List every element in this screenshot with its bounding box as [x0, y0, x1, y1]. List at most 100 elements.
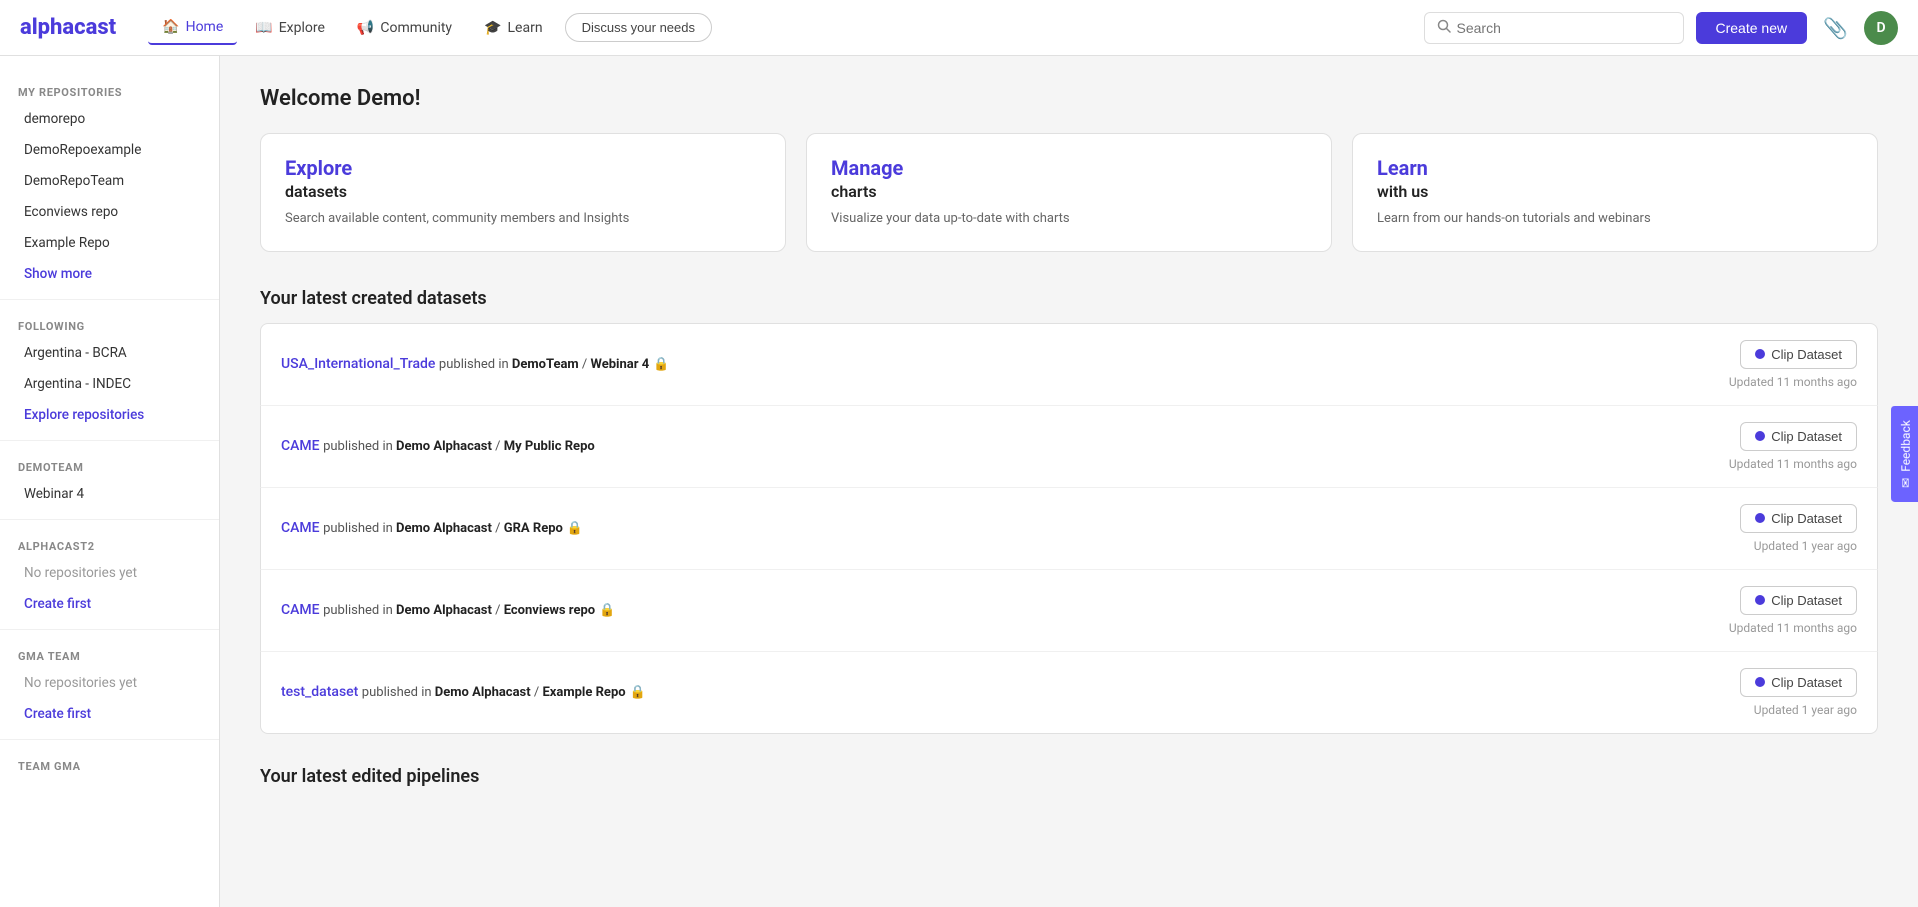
clip-dot-icon [1755, 431, 1765, 441]
dataset-name[interactable]: CAME [281, 520, 320, 536]
dataset-updated: Updated 11 months ago [1729, 457, 1857, 471]
my-repositories-label: MY REPOSITORIES [0, 76, 219, 103]
dataset-list: USA_International_Trade published in Dem… [260, 323, 1878, 734]
alphacast2-no-repos: No repositories yet [6, 558, 213, 588]
dataset-right: Clip Dataset Updated 11 months ago [1729, 422, 1857, 471]
alphacast2-label: ALPHACAST2 [0, 530, 219, 557]
sidebar-item-example-repo[interactable]: Example Repo [6, 228, 213, 258]
following-label: FOLLOWING [0, 310, 219, 337]
latest-pipelines-title: Your latest edited pipelines [260, 766, 1878, 787]
discuss-button[interactable]: Discuss your needs [565, 13, 712, 42]
dataset-publisher: published in Demo Alphacast / Example Re… [362, 685, 646, 700]
sidebar-divider-4 [0, 629, 219, 630]
welcome-title: Welcome Demo! [260, 86, 1878, 111]
clip-dot-icon [1755, 677, 1765, 687]
search-box [1424, 12, 1684, 44]
dataset-row: CAME published in Demo Alphacast / My Pu… [260, 405, 1878, 487]
lock-icon: 🔒 [630, 685, 646, 700]
feature-card-manage[interactable]: Manage charts Visualize your data up-to-… [806, 133, 1332, 252]
dataset-right: Clip Dataset Updated 11 months ago [1729, 586, 1857, 635]
nav-community[interactable]: 📢 Community [343, 12, 466, 44]
dataset-updated: Updated 11 months ago [1729, 621, 1857, 635]
dataset-updated: Updated 1 year ago [1754, 703, 1857, 717]
gma-team-label: GMA TEAM [0, 640, 219, 667]
dataset-info: CAME published in Demo Alphacast / My Pu… [281, 438, 1729, 454]
latest-datasets-title: Your latest created datasets [260, 288, 1878, 309]
app-logo[interactable]: alphacast [20, 15, 116, 40]
sidebar-item-demorepo-team[interactable]: DemoRepoTeam [6, 166, 213, 196]
dataset-publisher: published in DemoTeam / Webinar 4🔒 [439, 357, 669, 372]
lock-icon: 🔒 [653, 357, 669, 372]
avatar[interactable]: D [1864, 11, 1898, 45]
dataset-updated: Updated 11 months ago [1729, 375, 1857, 389]
show-more-link[interactable]: Show more [6, 259, 213, 289]
dataset-name[interactable]: USA_International_Trade [281, 356, 435, 372]
feature-card-learn[interactable]: Learn with us Learn from our hands-on tu… [1352, 133, 1878, 252]
clip-dataset-button[interactable]: Clip Dataset [1740, 668, 1857, 697]
nav-links: 🏠 Home 📖 Explore 📢 Community 🎓 Learn Dis… [148, 11, 712, 45]
dataset-updated: Updated 1 year ago [1754, 539, 1857, 553]
dataset-row: CAME published in Demo Alphacast / Econv… [260, 569, 1878, 651]
dataset-info: USA_International_Trade published in Dem… [281, 356, 1729, 372]
search-icon [1437, 19, 1451, 37]
gma-team-no-repos: No repositories yet [6, 668, 213, 698]
community-icon: 📢 [357, 20, 374, 36]
feature-cards: Explore datasets Search available conten… [260, 133, 1878, 252]
dataset-name[interactable]: test_dataset [281, 684, 358, 700]
sidebar: MY REPOSITORIES demorepo DemoRepoexample… [0, 56, 220, 907]
dataset-info: test_dataset published in Demo Alphacast… [281, 684, 1740, 700]
sidebar-item-bcra[interactable]: Argentina - BCRA [6, 338, 213, 368]
clip-dataset-button[interactable]: Clip Dataset [1740, 586, 1857, 615]
dataset-info: CAME published in Demo Alphacast / GRA R… [281, 520, 1740, 536]
navbar-right: Create new 📎 D [1424, 11, 1899, 45]
sidebar-item-demorepoexample[interactable]: DemoRepoexample [6, 135, 213, 165]
lock-icon: 🔒 [567, 521, 583, 536]
lock-icon: 🔒 [599, 603, 615, 618]
manage-card-title: Manage [831, 156, 1307, 180]
create-new-button[interactable]: Create new [1696, 12, 1808, 44]
sidebar-item-econviews[interactable]: Econviews repo [6, 197, 213, 227]
learn-icon: 🎓 [484, 20, 501, 36]
explore-repositories-link[interactable]: Explore repositories [6, 400, 213, 430]
nav-explore[interactable]: 📖 Explore [241, 12, 339, 44]
gma-team-create-first[interactable]: Create first [6, 699, 213, 729]
main-content: Welcome Demo! Explore datasets Search av… [220, 56, 1918, 907]
sidebar-divider-5 [0, 739, 219, 740]
dataset-right: Clip Dataset Updated 11 months ago [1729, 340, 1857, 389]
learn-card-desc: Learn from our hands-on tutorials and we… [1377, 209, 1853, 229]
nav-home[interactable]: 🏠 Home [148, 11, 237, 45]
navbar: alphacast 🏠 Home 📖 Explore 📢 Community 🎓… [0, 0, 1918, 56]
explore-card-subtitle: datasets [285, 182, 761, 201]
dataset-info: CAME published in Demo Alphacast / Econv… [281, 602, 1729, 618]
explore-card-title: Explore [285, 156, 761, 180]
demoteam-label: DEMOTEAM [0, 451, 219, 478]
feedback-email-icon: ✉ [1899, 477, 1913, 487]
dataset-name[interactable]: CAME [281, 438, 320, 454]
clip-dot-icon [1755, 513, 1765, 523]
feature-card-explore[interactable]: Explore datasets Search available conten… [260, 133, 786, 252]
dataset-publisher: published in Demo Alphacast / My Public … [323, 439, 595, 454]
dataset-name[interactable]: CAME [281, 602, 320, 618]
alphacast2-create-first[interactable]: Create first [6, 589, 213, 619]
feedback-tab[interactable]: ✉ Feedback [1891, 406, 1918, 502]
paperclip-icon[interactable]: 📎 [1819, 12, 1852, 44]
dataset-publisher: published in Demo Alphacast / Econviews … [323, 603, 615, 618]
dataset-publisher: published in Demo Alphacast / GRA Repo🔒 [323, 521, 583, 536]
sidebar-item-webinar4[interactable]: Webinar 4 [6, 479, 213, 509]
learn-card-subtitle: with us [1377, 182, 1853, 201]
sidebar-item-demorepo[interactable]: demorepo [6, 104, 213, 134]
sidebar-item-indec[interactable]: Argentina - INDEC [6, 369, 213, 399]
dataset-right: Clip Dataset Updated 1 year ago [1740, 504, 1857, 553]
learn-card-title: Learn [1377, 156, 1853, 180]
clip-dataset-button[interactable]: Clip Dataset [1740, 422, 1857, 451]
explore-card-desc: Search available content, community memb… [285, 209, 761, 229]
nav-learn[interactable]: 🎓 Learn [470, 12, 557, 44]
manage-card-subtitle: charts [831, 182, 1307, 201]
search-input[interactable] [1457, 20, 1671, 36]
clip-dataset-button[interactable]: Clip Dataset [1740, 340, 1857, 369]
dataset-right: Clip Dataset Updated 1 year ago [1740, 668, 1857, 717]
sidebar-divider-3 [0, 519, 219, 520]
clip-dataset-button[interactable]: Clip Dataset [1740, 504, 1857, 533]
clip-dot-icon [1755, 595, 1765, 605]
manage-card-desc: Visualize your data up-to-date with char… [831, 209, 1307, 229]
